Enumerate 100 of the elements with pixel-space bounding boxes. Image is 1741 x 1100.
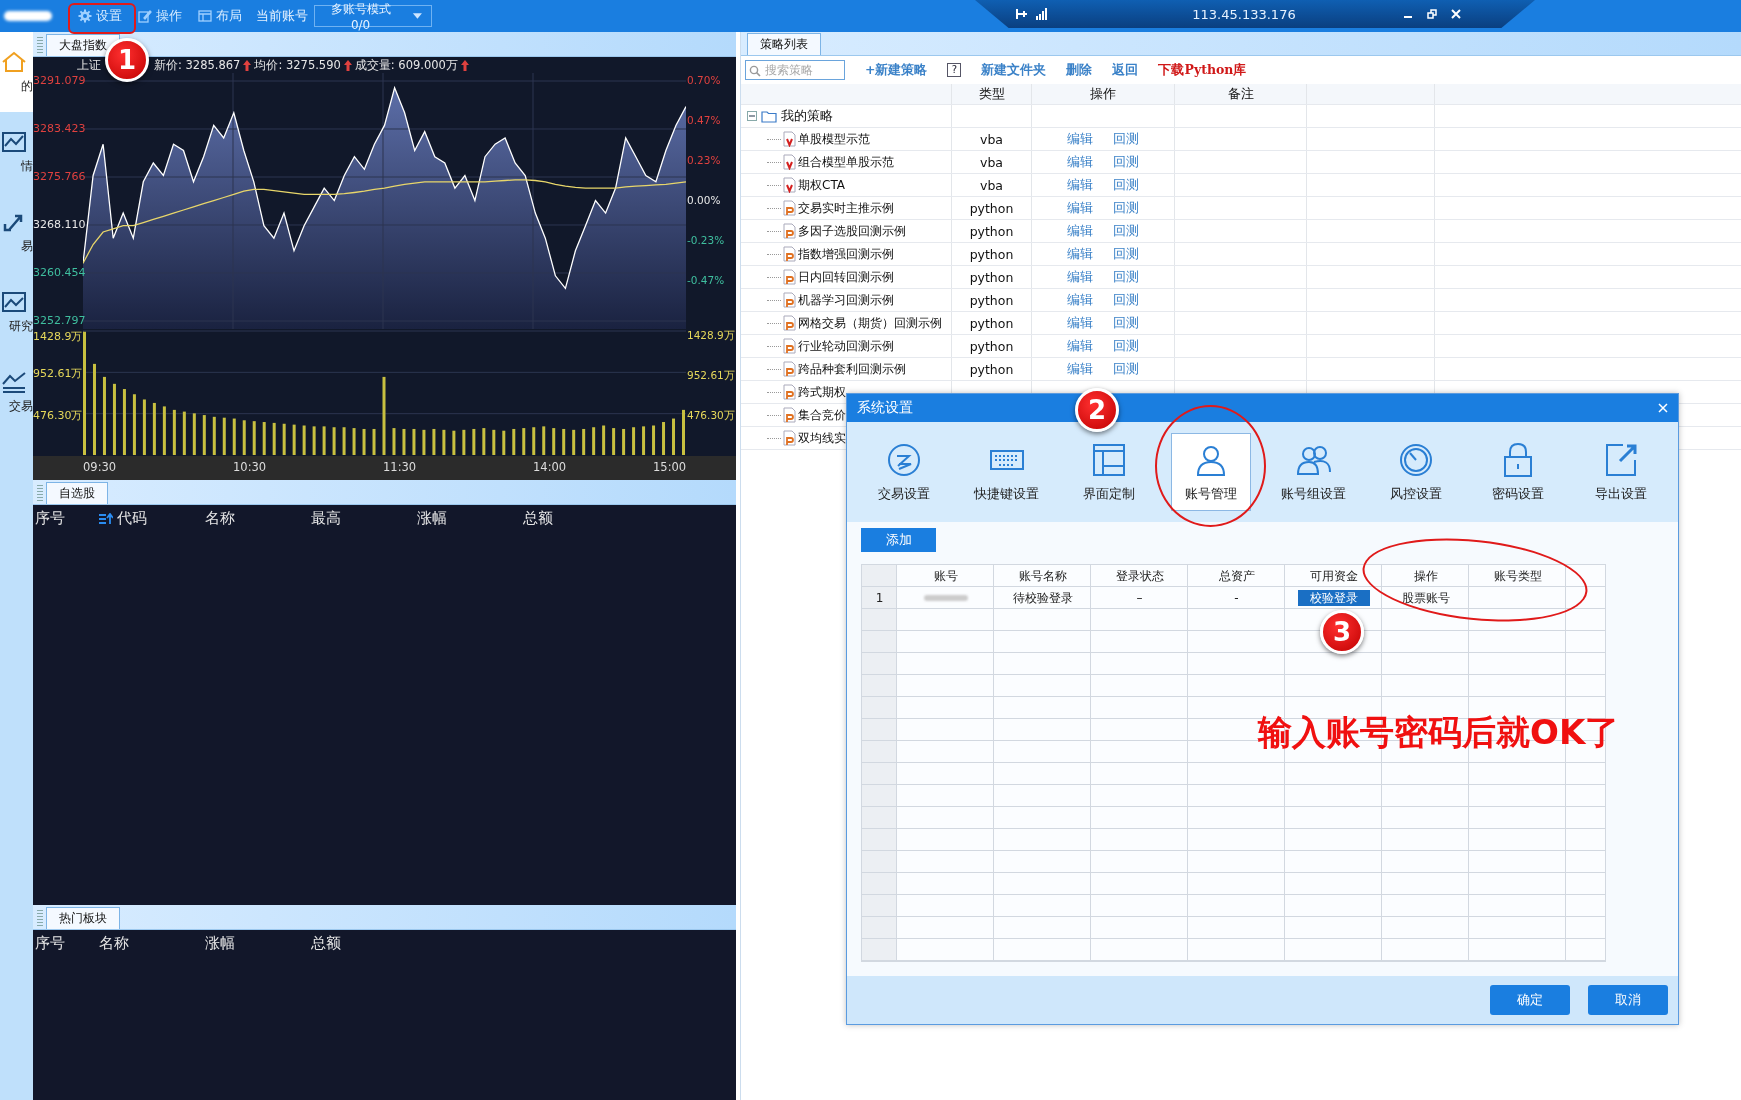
- column-header[interactable]: 涨幅: [205, 934, 311, 953]
- panel-tab[interactable]: 策略列表: [747, 33, 821, 55]
- toolbar-link[interactable]: 删除: [1066, 61, 1093, 79]
- collapse-toggle[interactable]: [747, 111, 757, 121]
- action-link[interactable]: 编辑: [1067, 130, 1093, 148]
- strategy-name[interactable]: 跨式期权: [798, 383, 846, 401]
- action-link[interactable]: 回测: [1113, 268, 1139, 286]
- action-link[interactable]: 回测: [1113, 153, 1139, 171]
- redacted-text: [923, 595, 968, 601]
- action-link[interactable]: 编辑: [1067, 314, 1093, 332]
- dialog-button[interactable]: 确定: [1490, 985, 1570, 1015]
- action-link[interactable]: 回测: [1113, 130, 1139, 148]
- type-cell: python: [969, 200, 1014, 216]
- toolbar-link[interactable]: 下载Python库: [1158, 61, 1247, 79]
- type-cell: python: [969, 223, 1014, 239]
- verify-login-button[interactable]: 校验登录: [1297, 590, 1370, 606]
- panel-tab[interactable]: 大盘指数: [46, 34, 120, 56]
- script-file-icon: [783, 154, 796, 170]
- action-link[interactable]: 编辑: [1067, 245, 1093, 263]
- strategy-name[interactable]: 组合模型单股示范: [798, 153, 894, 171]
- panel-tab[interactable]: 热门板块: [46, 907, 120, 929]
- strategy-name[interactable]: 单股模型示范: [798, 130, 870, 148]
- sidebar-item[interactable]: 研究: [0, 272, 33, 352]
- column-header: 总资产: [1217, 567, 1256, 585]
- action-link[interactable]: 回测: [1113, 360, 1139, 378]
- settings-tab[interactable]: 账号管理: [1171, 433, 1252, 511]
- toolbar-link[interactable]: 新建文件夹: [981, 61, 1047, 79]
- settings-tab[interactable]: 快捷键设置: [966, 433, 1047, 511]
- column-header: 备注: [1175, 84, 1307, 104]
- settings-tab[interactable]: 导出设置: [1580, 433, 1661, 511]
- folder-icon: [761, 109, 777, 123]
- strategy-name[interactable]: 期权CTA: [798, 176, 845, 194]
- toolbar-link[interactable]: 返回: [1112, 61, 1139, 79]
- action-link[interactable]: 回测: [1113, 291, 1139, 309]
- toolbar-link[interactable]: +新建策略: [865, 61, 928, 79]
- action-link[interactable]: 编辑: [1067, 153, 1093, 171]
- column-header[interactable]: 总额: [523, 509, 629, 528]
- settings-tab[interactable]: 密码设置: [1478, 433, 1559, 511]
- menu-item[interactable]: 操作: [138, 7, 182, 25]
- action-link[interactable]: 编辑: [1067, 360, 1093, 378]
- add-button[interactable]: 添加: [861, 528, 936, 552]
- column-header[interactable]: 涨幅: [417, 509, 523, 528]
- sidebar-item[interactable]: 情: [0, 112, 33, 192]
- sidebar-item[interactable]: 交易: [0, 352, 33, 432]
- settings-tab[interactable]: 风控设置: [1376, 433, 1457, 511]
- axis-label: 1428.9万: [687, 329, 735, 343]
- settings-tab[interactable]: 交易设置: [864, 433, 945, 511]
- action-link[interactable]: 编辑: [1067, 222, 1093, 240]
- action-link[interactable]: 编辑: [1067, 268, 1093, 286]
- script-file-icon: [783, 177, 796, 193]
- strategy-name[interactable]: 多因子选股回测示例: [798, 222, 906, 240]
- column-header[interactable]: 总额: [311, 934, 417, 953]
- layout-icon: [1090, 441, 1127, 478]
- strategy-name[interactable]: 指数增强回测示例: [798, 245, 894, 263]
- column-header[interactable]: 最高: [311, 509, 417, 528]
- strategy-name[interactable]: 双均线实: [798, 429, 846, 447]
- axis-label: 3283.423: [33, 122, 86, 135]
- column-header[interactable]: 代码: [99, 509, 205, 528]
- strategy-name[interactable]: 交易实时主推示例: [798, 199, 894, 217]
- search-field[interactable]: 搜索策略: [745, 60, 845, 80]
- action-link[interactable]: 编辑: [1067, 176, 1093, 194]
- action-link[interactable]: 回测: [1113, 314, 1139, 332]
- column-header[interactable]: 名称: [205, 509, 311, 528]
- strategy-name[interactable]: 网格交易（期货）回测示例: [798, 314, 942, 332]
- settings-tab[interactable]: 账号组设置: [1273, 433, 1354, 511]
- action-link[interactable]: 编辑: [1067, 199, 1093, 217]
- sidebar-item[interactable]: 易: [0, 192, 33, 272]
- quote-field: 上证: [77, 57, 101, 73]
- script-file-icon: [783, 131, 796, 147]
- signal-icon: [1035, 8, 1049, 20]
- dialog-title: 系统设置: [857, 399, 913, 417]
- server-address: 113.45.133.176: [1191, 6, 1296, 22]
- sidebar-item[interactable]: 的: [0, 32, 33, 112]
- action-link[interactable]: 编辑: [1067, 337, 1093, 355]
- strategy-name[interactable]: 行业轮动回测示例: [798, 337, 894, 355]
- menu-item[interactable]: 设置: [78, 7, 122, 25]
- axis-label: 3291.079: [33, 74, 86, 87]
- dialog-button[interactable]: 取消: [1588, 985, 1668, 1015]
- column-header[interactable]: 序号: [35, 934, 99, 953]
- close-button[interactable]: [1658, 403, 1668, 413]
- settings-tab[interactable]: 界面定制: [1068, 433, 1149, 511]
- strategy-name[interactable]: 日内回转回测示例: [798, 268, 894, 286]
- action-link[interactable]: 回测: [1113, 245, 1139, 263]
- menu-item[interactable]: 布局: [198, 7, 242, 25]
- axis-label: 0.70%: [687, 74, 721, 86]
- panel-tab[interactable]: 自选股: [46, 482, 108, 504]
- axis-label: 3275.766: [33, 170, 86, 183]
- action-link[interactable]: 回测: [1113, 337, 1139, 355]
- strategy-name[interactable]: 机器学习回测示例: [798, 291, 894, 309]
- strategy-name[interactable]: 集合竞价: [798, 406, 846, 424]
- action-link[interactable]: 编辑: [1067, 291, 1093, 309]
- action-link[interactable]: 回测: [1113, 199, 1139, 217]
- strategy-name[interactable]: 跨品种套利回测示例: [798, 360, 906, 378]
- time-label: 11:30: [383, 460, 417, 474]
- column-header[interactable]: 序号: [35, 509, 99, 528]
- action-link[interactable]: 回测: [1113, 176, 1139, 194]
- help-button[interactable]: ?: [947, 63, 962, 77]
- column-header[interactable]: 名称: [99, 934, 205, 953]
- folder-label[interactable]: 我的策略: [781, 107, 833, 125]
- action-link[interactable]: 回测: [1113, 222, 1139, 240]
